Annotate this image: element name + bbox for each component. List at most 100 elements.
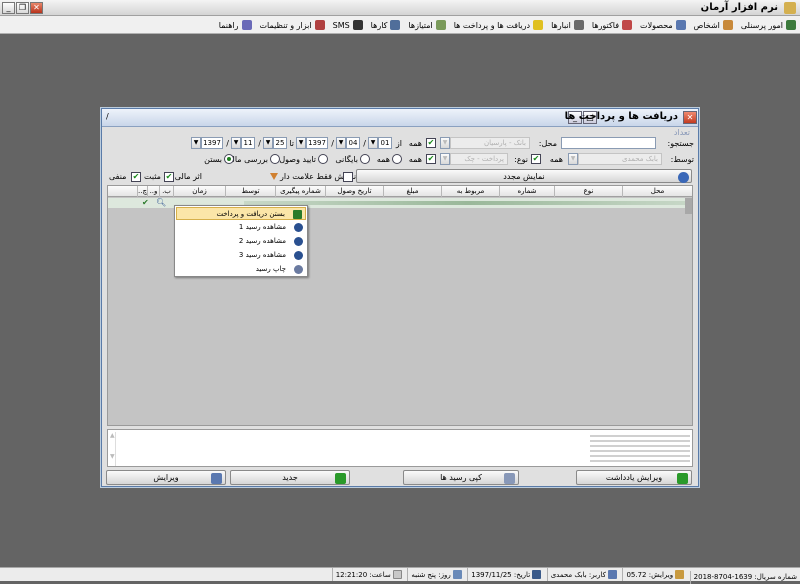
column-header[interactable]: نوع bbox=[554, 186, 622, 197]
status-date: تاریخ: 1397/11/25 bbox=[467, 568, 544, 581]
type-all-checkbox[interactable]: ✔ bbox=[426, 154, 436, 164]
menu-item[interactable]: SMS bbox=[329, 16, 367, 34]
app-title-bar: _ ❐ ✕ نرم افزار آرمان bbox=[0, 0, 800, 16]
date-from-day[interactable]: 01 bbox=[378, 137, 392, 149]
column-header[interactable]: مربوط به bbox=[441, 186, 499, 197]
radio-archive[interactable] bbox=[360, 154, 370, 164]
status-version: ویرایش: 05.72 bbox=[622, 568, 687, 581]
radio-closed[interactable] bbox=[224, 154, 234, 164]
edit-button[interactable]: ویرایش bbox=[106, 470, 226, 485]
context-menu-item[interactable]: مشاهده رسید 2 bbox=[176, 235, 306, 248]
dialog-title-bar: / _ □ ✕ دریافت ها و پرداخت ها bbox=[102, 109, 698, 127]
by-dropdown-icon[interactable]: ▼ bbox=[568, 153, 578, 165]
date-to-day-dropdown-icon[interactable]: ▼ bbox=[263, 137, 273, 149]
column-header[interactable]: و.. bbox=[147, 186, 159, 197]
menu-item[interactable]: دریافت ها و پرداخت ها bbox=[450, 16, 547, 34]
column-header[interactable]: توسط bbox=[225, 186, 275, 197]
by-select[interactable]: بابک محمدی bbox=[578, 153, 662, 165]
column-header[interactable]: چ.. bbox=[137, 186, 147, 197]
place-select[interactable]: بانک - پارسیان bbox=[450, 137, 530, 149]
count-label: تعداد bbox=[673, 128, 690, 137]
date-all-checkbox[interactable]: ✔ bbox=[426, 138, 436, 148]
by-all-checkbox[interactable]: ✔ bbox=[531, 154, 541, 164]
keyboard-icon bbox=[452, 570, 462, 579]
column-header[interactable]: محل bbox=[622, 186, 692, 197]
column-header[interactable]: ب. bbox=[159, 186, 173, 197]
new-button[interactable]: جدید bbox=[230, 470, 350, 485]
copy-receipts-button[interactable]: کپی رسید ها bbox=[403, 470, 519, 485]
context-menu-item[interactable]: چاپ رسید bbox=[176, 263, 306, 276]
radio-confirm[interactable] bbox=[318, 154, 328, 164]
search-input[interactable] bbox=[561, 137, 656, 149]
menu-item-label: امتیازها bbox=[408, 20, 433, 30]
refresh-icon bbox=[678, 172, 689, 183]
radio-confirm-label: تایید وصول bbox=[279, 155, 316, 164]
warehouse-icon bbox=[573, 20, 584, 30]
window-restore-icon[interactable]: ❐ bbox=[16, 2, 29, 14]
edit-note-label: ویرایش یادداشت bbox=[605, 473, 663, 482]
column-header[interactable]: تاریخ وصول bbox=[325, 186, 383, 197]
date-from-year[interactable]: 1397 bbox=[306, 137, 328, 149]
money-icon bbox=[533, 20, 544, 30]
menu-item[interactable]: امور پرسنلی bbox=[737, 16, 800, 34]
flag-only-checkbox[interactable] bbox=[343, 172, 353, 182]
radio-closed-label: بستن bbox=[204, 155, 222, 164]
receipts-payments-dialog: / _ □ ✕ دریافت ها و پرداخت ها تعداد جستج… bbox=[101, 108, 699, 487]
from-label: از bbox=[395, 139, 402, 148]
column-header[interactable]: شماره پیگیری bbox=[275, 186, 325, 197]
copy-icon bbox=[504, 473, 515, 484]
positive-label: مثبت bbox=[144, 172, 161, 181]
place-label: محل: bbox=[538, 139, 557, 148]
type-select[interactable]: پرداخت - چک bbox=[450, 153, 508, 165]
edit-note-button[interactable]: ویرایش یادداشت bbox=[576, 470, 692, 485]
window-min-icon[interactable]: _ bbox=[2, 2, 15, 14]
context-menu-label: بستن دریافت و پرداخت bbox=[216, 210, 285, 218]
to-label: تا bbox=[289, 139, 294, 148]
date-to-day[interactable]: 25 bbox=[273, 137, 287, 149]
date-from-month[interactable]: 04 bbox=[346, 137, 360, 149]
column-header[interactable]: مبلغ bbox=[383, 186, 441, 197]
context-menu-item[interactable]: مشاهده رسید 1 bbox=[176, 221, 306, 234]
radio-all[interactable] bbox=[392, 154, 402, 164]
menu-item[interactable]: ابزار و تنظیمات bbox=[256, 16, 329, 34]
menu-item[interactable]: کارها bbox=[367, 16, 405, 34]
menu-bar: امور پرسنلی اشخاص محصولات فاکتورها انبارها در… bbox=[0, 16, 800, 34]
context-menu-item[interactable]: مشاهده رسید 3 bbox=[176, 249, 306, 262]
date-to-month-dropdown-icon[interactable]: ▼ bbox=[231, 137, 241, 149]
radio-review[interactable] bbox=[270, 154, 280, 164]
memo-scrollbar[interactable]: ▲ ▼ bbox=[110, 432, 116, 466]
clock-icon bbox=[392, 570, 402, 579]
by-all-label: همه bbox=[549, 155, 563, 164]
menu-item[interactable]: امتیازها bbox=[404, 16, 449, 34]
context-menu-label: مشاهده رسید 2 bbox=[238, 237, 286, 245]
context-menu-item[interactable]: بستن دریافت و پرداخت bbox=[176, 207, 306, 220]
magnifier-icon[interactable]: 🔍︎ bbox=[156, 198, 166, 208]
type-dropdown-icon[interactable]: ▼ bbox=[440, 153, 450, 165]
date-to-year[interactable]: 1397 bbox=[201, 137, 223, 149]
column-header[interactable]: زمان bbox=[173, 186, 225, 197]
column-header[interactable]: شماره bbox=[499, 186, 554, 197]
grid-scrollbar[interactable] bbox=[685, 198, 692, 214]
negative-checkbox[interactable]: ✔ bbox=[131, 172, 141, 182]
edit-label: ویرایش bbox=[153, 473, 179, 482]
dialog-menu-icon[interactable]: / bbox=[106, 112, 109, 121]
menu-item[interactable]: راهنما bbox=[215, 16, 256, 34]
menu-item[interactable]: محصولات bbox=[636, 16, 690, 34]
date-to-year-dropdown-icon[interactable]: ▼ bbox=[191, 137, 201, 149]
window-close-icon[interactable]: ✕ bbox=[30, 2, 43, 14]
menu-item-label: دریافت ها و پرداخت ها bbox=[453, 20, 531, 30]
date-from-year-dropdown-icon[interactable]: ▼ bbox=[296, 137, 306, 149]
menu-item[interactable]: انبارها bbox=[547, 16, 588, 34]
menu-item[interactable]: اشخاص bbox=[690, 16, 737, 34]
date-from-month-dropdown-icon[interactable]: ▼ bbox=[336, 137, 346, 149]
date-to-month[interactable]: 11 bbox=[241, 137, 255, 149]
place-dropdown-icon[interactable]: ▼ bbox=[440, 137, 450, 149]
dialog-close-button[interactable]: ✕ bbox=[683, 111, 697, 124]
menu-item-label: امور پرسنلی bbox=[740, 20, 783, 30]
memo-area[interactable]: ▲ ▼ bbox=[107, 429, 693, 467]
positive-checkbox[interactable]: ✔ bbox=[164, 172, 174, 182]
app-title: نرم افزار آرمان bbox=[700, 2, 778, 13]
menu-item[interactable]: فاکتورها bbox=[588, 16, 636, 34]
refresh-button[interactable]: نمایش مجدد bbox=[356, 169, 692, 183]
date-from-day-dropdown-icon[interactable]: ▼ bbox=[368, 137, 378, 149]
